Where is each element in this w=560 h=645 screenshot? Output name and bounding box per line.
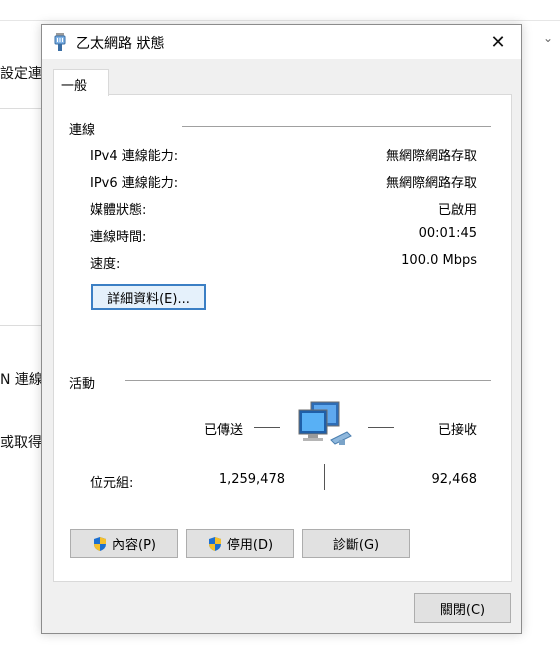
background-text-connection[interactable]: N 連線 (0, 369, 43, 389)
bytes-sent-value: 1,259,478 (218, 472, 285, 487)
received-connector-line (368, 427, 394, 428)
connection-group-label: 連線 (69, 123, 96, 138)
ipv4-value: 無網際網路存取 (385, 149, 477, 164)
background-text-settings[interactable]: 設定連 (0, 63, 42, 83)
ipv4-label: IPv4 連線能力: (90, 149, 179, 164)
close-button[interactable]: ✕ (475, 25, 521, 59)
chevron-down-icon[interactable]: ⌄ (543, 31, 553, 45)
properties-button[interactable]: 內容(P) (70, 529, 178, 558)
speed-label: 速度: (90, 257, 121, 272)
sent-label: 已傳送 (204, 423, 244, 438)
bytes-label: 位元組: (90, 476, 134, 491)
dialog-title: 乙太網路 狀態 (76, 36, 165, 52)
title-bar[interactable]: 乙太網路 狀態 ✕ (42, 25, 521, 59)
disable-button[interactable]: 停用(D) (186, 529, 294, 558)
properties-button-label: 內容(P) (112, 538, 156, 553)
details-button[interactable]: 詳細資料(E)... (91, 284, 206, 310)
sent-connector-line (254, 427, 280, 428)
bytes-received-value: 92,468 (431, 472, 478, 487)
connection-group-rule (182, 126, 491, 127)
close-dialog-button[interactable]: 關閉(C) (414, 593, 511, 623)
ipv6-label: IPv6 連線能力: (90, 176, 179, 191)
media-state-label: 媒體狀態: (90, 203, 147, 218)
tab-general[interactable]: 一般 (53, 69, 109, 96)
shield-icon (94, 536, 106, 551)
bytes-divider (324, 464, 325, 490)
diagnose-button[interactable]: 診斷(G) (302, 529, 410, 558)
disable-button-label: 停用(D) (226, 538, 274, 553)
ethernet-status-dialog: 乙太網路 狀態 ✕ 一般 連線 IPv4 連線能力: 無網際網路存取 IPv6 … (41, 24, 522, 634)
diagnose-button-label: 診斷(G) (332, 538, 380, 553)
ethernet-plug-icon (54, 33, 66, 51)
received-label: 已接收 (437, 423, 477, 438)
background-divider (0, 20, 560, 21)
activity-group-rule (125, 380, 491, 381)
activity-group-label: 活動 (69, 377, 96, 392)
ipv6-value: 無網際網路存取 (385, 176, 477, 191)
close-icon: ✕ (490, 31, 506, 53)
duration-label: 連線時間: (90, 230, 147, 245)
network-computers-icon (298, 401, 352, 445)
speed-value: 100.0 Mbps (401, 253, 477, 268)
media-state-value: 已啟用 (437, 203, 477, 218)
shield-icon (208, 536, 221, 551)
general-tab-panel: 連線 IPv4 連線能力: 無網際網路存取 IPv6 連線能力: 無網際網路存取… (53, 94, 512, 582)
close-dialog-button-label: 關閉(C) (439, 602, 486, 618)
background-text-obtain[interactable]: 或取得 (0, 432, 42, 452)
tab-general-label: 一般 (61, 79, 88, 94)
background-divider (0, 108, 42, 109)
duration-value: 00:01:45 (418, 226, 477, 241)
background-divider (0, 325, 42, 326)
